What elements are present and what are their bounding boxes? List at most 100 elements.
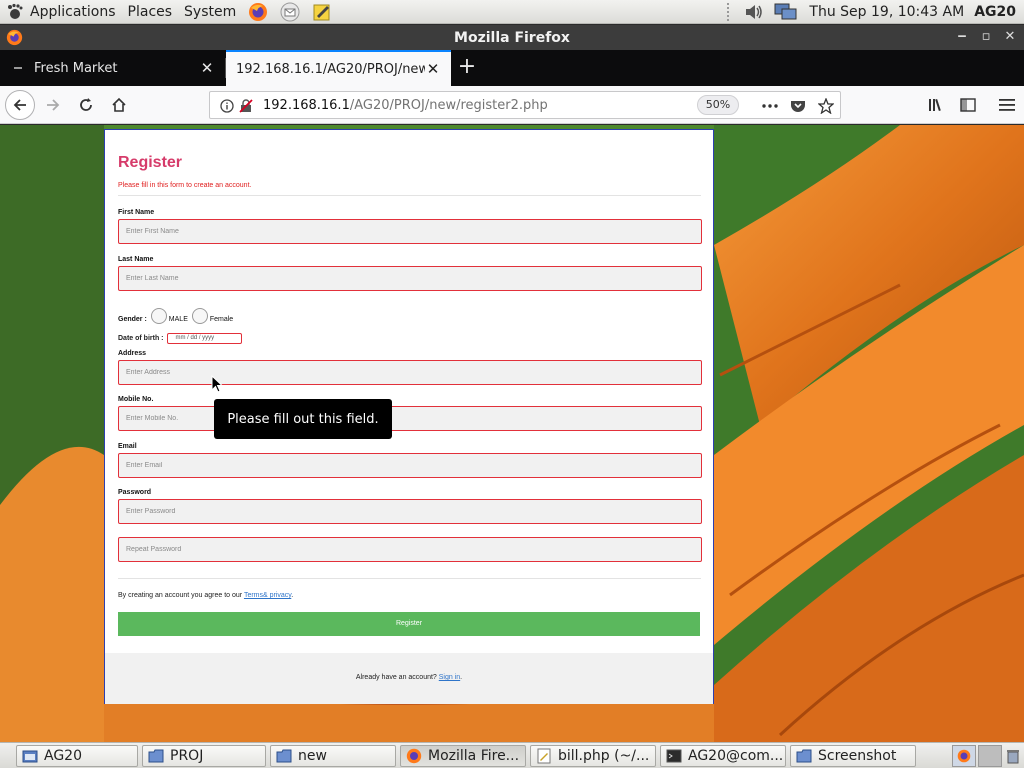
mail-launcher[interactable] bbox=[279, 1, 301, 23]
task-label: AG20 bbox=[44, 747, 82, 764]
mobile-field[interactable] bbox=[118, 406, 702, 431]
task-label: bill.php (~/... bbox=[558, 747, 650, 764]
address-input[interactable] bbox=[119, 361, 701, 384]
insecure-lock-icon[interactable] bbox=[236, 96, 256, 116]
last-name-field[interactable] bbox=[118, 266, 702, 291]
url-text: 192.168.16.1/AG20/PROJ/new/register2.php bbox=[263, 98, 548, 113]
first-name-label: First Name bbox=[118, 209, 155, 216]
applications-menu-label: Applications bbox=[30, 3, 116, 20]
taskbar: AG20 PROJ new Mozilla Fire... bill.php (… bbox=[0, 742, 1024, 768]
signin-section: Already have an account? Sign in. bbox=[105, 653, 713, 704]
hamburger-icon bbox=[999, 99, 1015, 111]
window-titlebar[interactable]: Mozilla Firefox ‒ ▫ ✕ bbox=[0, 25, 1024, 50]
tab-fresh-market[interactable]: Fresh Market ✕ bbox=[0, 50, 225, 86]
page-actions-icon[interactable] bbox=[760, 96, 780, 116]
home-button[interactable] bbox=[104, 90, 134, 120]
workspace-switcher bbox=[952, 743, 1024, 768]
folder-icon bbox=[148, 749, 164, 762]
reload-button[interactable] bbox=[71, 90, 101, 120]
terminal-icon bbox=[666, 749, 682, 762]
network-icon[interactable] bbox=[773, 2, 799, 22]
panel-user[interactable]: AG20 bbox=[974, 4, 1024, 20]
tab-label: Fresh Market bbox=[34, 60, 118, 76]
close-tab-icon[interactable]: ✕ bbox=[425, 60, 441, 78]
folder-icon bbox=[22, 750, 38, 762]
library-button[interactable] bbox=[922, 90, 952, 120]
menu-button[interactable] bbox=[992, 90, 1022, 120]
mobile-label: Mobile No. bbox=[118, 396, 154, 403]
back-button[interactable] bbox=[5, 89, 35, 120]
task-label: Screenshot bbox=[818, 747, 897, 764]
repeat-password-field[interactable] bbox=[118, 537, 702, 562]
volume-icon[interactable] bbox=[743, 2, 765, 22]
trash-button[interactable] bbox=[1006, 745, 1024, 767]
panel-clock[interactable]: Thu Sep 19, 10:43 AM bbox=[799, 4, 974, 20]
task-label: Mozilla Fire... bbox=[428, 747, 520, 764]
maximize-button[interactable]: ▫ bbox=[976, 28, 996, 46]
nav-bar: 192.168.16.1/AG20/PROJ/new/register2.php… bbox=[0, 86, 1024, 124]
sidebar-button[interactable] bbox=[953, 90, 983, 120]
gender-label: Gender : bbox=[118, 316, 147, 323]
gender-row: Gender : MALE Female bbox=[118, 306, 233, 324]
email-input[interactable] bbox=[119, 454, 701, 477]
signin-text-lead: Already have an account? bbox=[355, 674, 439, 681]
page-content: Register Please fill in this form to cre… bbox=[0, 125, 1024, 742]
mail-icon bbox=[280, 2, 300, 21]
folder-icon bbox=[276, 749, 292, 762]
password-field[interactable] bbox=[118, 499, 702, 524]
last-name-input[interactable] bbox=[119, 267, 701, 290]
register-title: Register bbox=[118, 154, 183, 171]
firefox-launcher[interactable] bbox=[247, 1, 269, 23]
system-menu-label: System bbox=[184, 3, 237, 20]
url-host: 192.168.16.1 bbox=[263, 97, 350, 113]
first-name-input[interactable] bbox=[119, 220, 701, 243]
zoom-indicator[interactable]: 50% bbox=[697, 95, 739, 115]
info-icon[interactable] bbox=[217, 96, 237, 116]
system-menu[interactable]: System bbox=[178, 0, 242, 24]
window-title: Mozilla Firefox bbox=[454, 29, 570, 46]
terms-link[interactable]: Terms& privacy bbox=[244, 592, 291, 599]
dob-input[interactable]: mm / dd / yyyy bbox=[166, 333, 242, 344]
task-bill-php[interactable]: bill.php (~/... bbox=[530, 744, 656, 767]
close-tab-icon[interactable]: ✕ bbox=[199, 59, 215, 77]
task-proj[interactable]: PROJ bbox=[142, 744, 266, 767]
places-menu[interactable]: Places bbox=[122, 0, 179, 24]
pocket-icon[interactable] bbox=[788, 96, 808, 116]
mobile-input[interactable] bbox=[119, 407, 701, 430]
last-name-label: Last Name bbox=[118, 256, 154, 263]
sidebar-icon bbox=[960, 98, 976, 112]
task-terminal[interactable]: AG20@com... bbox=[660, 744, 786, 767]
tab-register[interactable]: 192.168.16.1/AG20/PROJ/new/register2.php… bbox=[226, 50, 451, 86]
arrow-left-icon bbox=[13, 98, 26, 111]
repeat-password-input[interactable] bbox=[119, 538, 701, 561]
gender-male-label: MALE bbox=[168, 316, 188, 323]
gender-female-radio[interactable] bbox=[191, 308, 208, 324]
email-field[interactable] bbox=[118, 453, 702, 478]
signin-link[interactable]: Sign in bbox=[439, 674, 460, 681]
bookmark-star-icon[interactable] bbox=[816, 96, 836, 116]
url-bar[interactable]: 192.168.16.1/AG20/PROJ/new/register2.php… bbox=[209, 91, 841, 119]
gender-male-radio[interactable] bbox=[150, 308, 167, 324]
password-input[interactable] bbox=[119, 500, 701, 523]
email-label: Email bbox=[118, 443, 137, 450]
address-field[interactable] bbox=[118, 360, 702, 385]
notes-launcher[interactable] bbox=[311, 1, 333, 23]
divider bbox=[118, 195, 701, 196]
task-screenshot[interactable]: Screenshot bbox=[790, 744, 916, 767]
minimize-button[interactable]: ‒ bbox=[952, 28, 972, 46]
workspace-2[interactable] bbox=[978, 745, 1002, 767]
register-button[interactable]: Register bbox=[118, 612, 700, 636]
close-window-button[interactable]: ✕ bbox=[1000, 28, 1020, 46]
task-firefox[interactable]: Mozilla Fire... bbox=[400, 744, 526, 767]
home-icon bbox=[112, 97, 126, 112]
terms-text-lead: By creating an account you agree to our bbox=[118, 592, 244, 599]
task-ag20[interactable]: AG20 bbox=[16, 744, 138, 767]
task-new[interactable]: new bbox=[270, 744, 396, 767]
workspace-1[interactable] bbox=[952, 745, 976, 767]
forward-button[interactable] bbox=[38, 90, 68, 120]
first-name-field[interactable] bbox=[118, 219, 702, 244]
applications-menu[interactable]: Applications bbox=[0, 0, 122, 24]
new-tab-button[interactable]: + bbox=[451, 50, 483, 86]
register-subtitle: Please fill in this form to create an ac… bbox=[118, 182, 252, 189]
gender-female-label: Female bbox=[209, 316, 234, 323]
